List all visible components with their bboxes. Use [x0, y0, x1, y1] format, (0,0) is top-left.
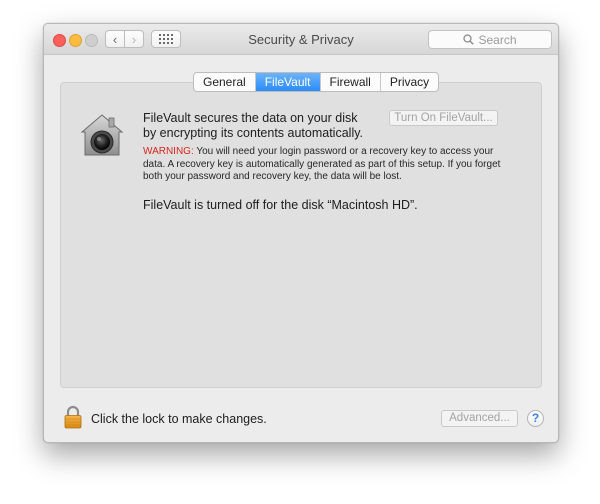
filevault-description: FileVault secures the data on your disk … [143, 111, 364, 140]
preferences-window: ‹ › Security & Privacy Search General Fi… [43, 23, 559, 443]
tab-privacy[interactable]: Privacy [381, 73, 438, 91]
tab-general[interactable]: General [194, 73, 256, 91]
help-button[interactable]: ? [527, 410, 544, 427]
warning-text: You will need your login password or a r… [143, 146, 501, 182]
tab-filevault[interactable]: FileVault [255, 73, 321, 91]
filevault-house-icon [80, 114, 124, 156]
turn-on-filevault-button[interactable]: Turn On FileVault... [389, 110, 498, 126]
lock-label: Click the lock to make changes. [91, 412, 267, 426]
title-bar[interactable]: ‹ › Security & Privacy Search [44, 24, 558, 55]
advanced-button[interactable]: Advanced... [441, 410, 518, 427]
tab-firewall[interactable]: Firewall [321, 73, 381, 91]
warning-label: WARNING: [143, 146, 194, 157]
filevault-warning: WARNING: You will need your login passwo… [143, 146, 508, 184]
tab-bar: General FileVault Firewall Privacy [193, 72, 440, 92]
search-field[interactable]: Search [428, 30, 552, 49]
filevault-status: FileVault is turned off for the disk “Ma… [143, 198, 418, 212]
search-placeholder: Search [478, 32, 517, 47]
lock-icon[interactable] [64, 405, 82, 429]
search-icon [463, 34, 475, 45]
